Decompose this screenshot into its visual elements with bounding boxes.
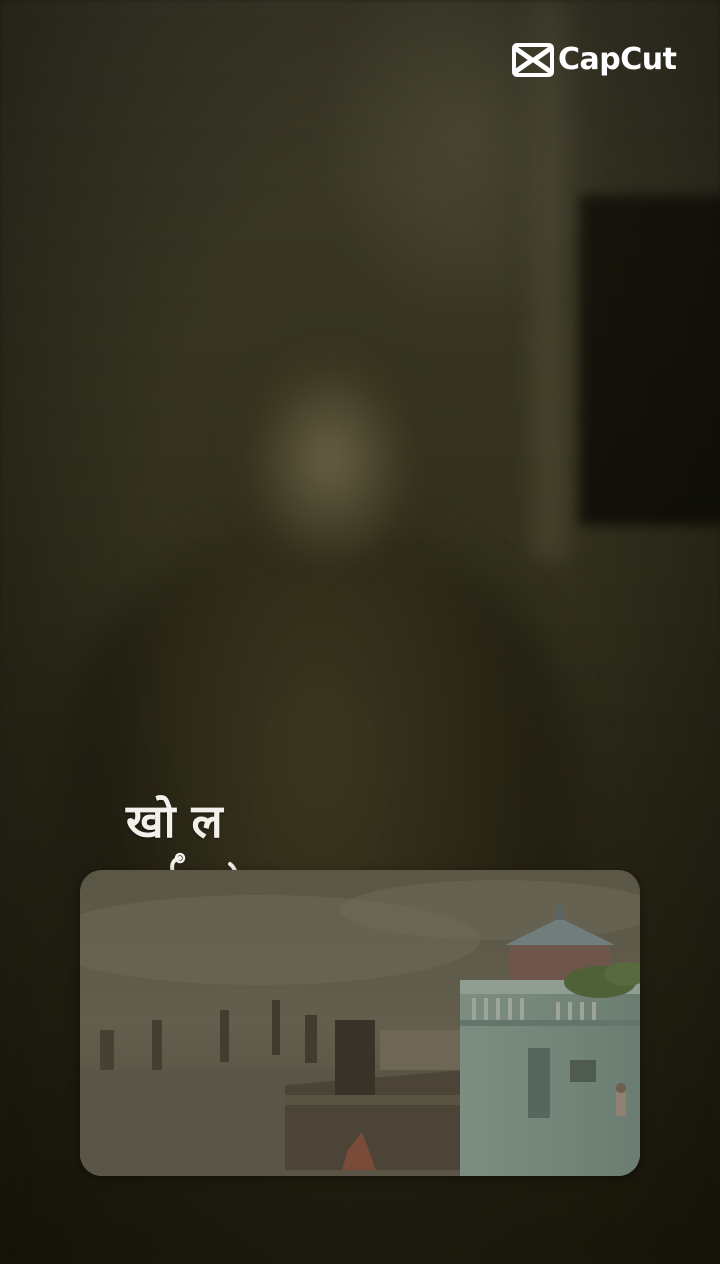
caption-text: खो ल (126, 794, 223, 848)
inset-video-clip (80, 870, 640, 1176)
capcut-watermark: CapCut (512, 40, 677, 80)
capcut-logo-text: CapCut (558, 42, 677, 77)
inset-darken-overlay (80, 870, 640, 1176)
video-frame: CapCut खो ल (0, 0, 720, 1264)
capcut-logo-icon (512, 43, 554, 77)
